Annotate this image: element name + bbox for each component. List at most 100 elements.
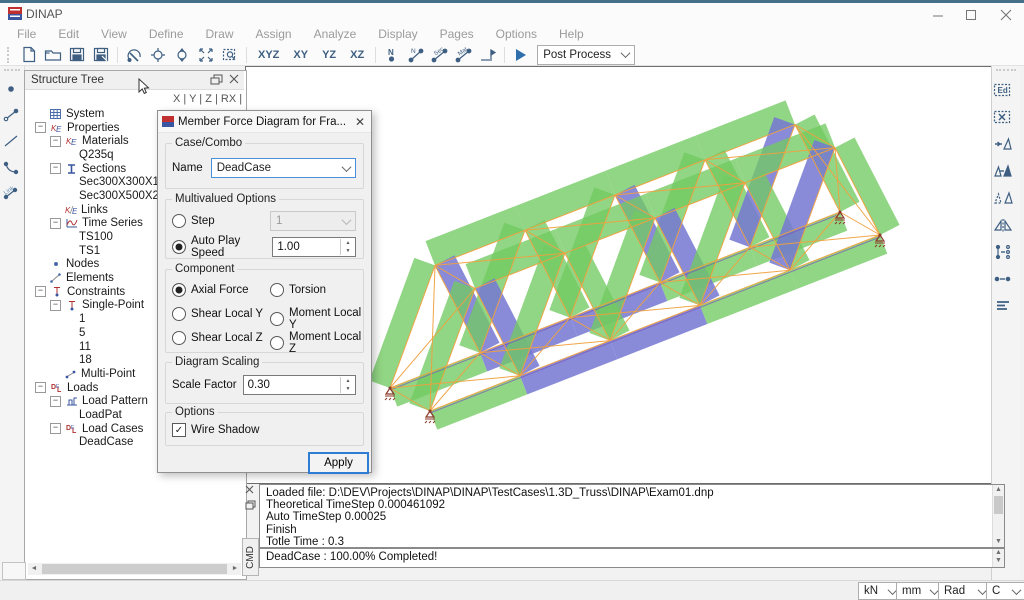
paste-elements-button[interactable]: [992, 184, 1014, 211]
menu-help[interactable]: Help: [548, 27, 595, 41]
menu-define[interactable]: Define: [138, 27, 195, 41]
minimize-button[interactable]: [931, 9, 945, 21]
menu-display[interactable]: Display: [367, 27, 428, 41]
scrollbar-thumb[interactable]: [994, 496, 1003, 514]
unit-select-mm[interactable]: mm: [896, 582, 944, 600]
divide-element-button[interactable]: [992, 238, 1014, 265]
scroll-right-arrow[interactable]: ►: [229, 563, 241, 575]
mode-select[interactable]: Post Process: [537, 45, 635, 65]
delete-selection-button[interactable]: [992, 103, 1014, 130]
expander-icon[interactable]: −: [50, 396, 61, 407]
log-output[interactable]: Loaded file: D:\DEV\Projects\DINAP\DINAP…: [259, 484, 1005, 548]
expander-icon[interactable]: −: [50, 423, 61, 434]
run-analysis-button[interactable]: [509, 45, 533, 65]
maximize-button[interactable]: [964, 9, 978, 21]
section-line-tool-button[interactable]: Sec: [428, 45, 452, 65]
menu-assign[interactable]: Assign: [245, 27, 303, 41]
expander-icon[interactable]: −: [35, 286, 46, 297]
torsion-radio[interactable]: [270, 283, 284, 297]
zoom-extents-button[interactable]: [194, 45, 218, 65]
view-xyz-button[interactable]: XYZ: [251, 49, 286, 61]
menu-file[interactable]: File: [6, 27, 47, 41]
expander-icon[interactable]: −: [35, 122, 46, 133]
status-scrollbar[interactable]: ▲ ▼: [992, 549, 1004, 567]
scroll-up-arrow[interactable]: ▲: [993, 549, 1004, 557]
node-line-tool-button[interactable]: N: [404, 45, 428, 65]
dialog-close-icon[interactable]: ✕: [349, 115, 371, 129]
copy-elements-button[interactable]: [992, 157, 1014, 184]
zoom-in-tool-button[interactable]: [146, 45, 170, 65]
apply-button[interactable]: Apply: [308, 452, 369, 474]
material-line-tool-button[interactable]: Mat: [452, 45, 476, 65]
log-scrollbar[interactable]: ▲ ▼: [992, 485, 1004, 547]
draw-arc-button[interactable]: [0, 154, 22, 180]
draw-line-button[interactable]: [0, 128, 22, 154]
scrollbar-thumb[interactable]: [42, 564, 227, 574]
toolbar-grip[interactable]: [4, 69, 20, 73]
zoom-window-button[interactable]: [218, 45, 242, 65]
autoplay-radio[interactable]: [172, 240, 186, 254]
mirror-elements-button[interactable]: [992, 211, 1014, 238]
menu-pages[interactable]: Pages: [429, 27, 485, 41]
save-file-button[interactable]: [65, 45, 89, 65]
spin-up-icon[interactable]: ▲: [341, 239, 355, 247]
unit-select-c[interactable]: C: [986, 582, 1024, 600]
moment-local-z-radio[interactable]: [270, 336, 284, 350]
tree-horizontal-scrollbar[interactable]: ◄ ►: [28, 563, 241, 575]
float-log-icon[interactable]: [245, 500, 256, 510]
shear-local-z-radio[interactable]: [172, 331, 186, 345]
rotate-view-button[interactable]: [122, 45, 146, 65]
spin-down-icon[interactable]: ▼: [341, 385, 355, 393]
edit-selection-button[interactable]: Ed: [992, 76, 1014, 103]
draw-node-button[interactable]: [0, 76, 22, 102]
assign-to-element-button[interactable]: [992, 130, 1014, 157]
expander-icon[interactable]: −: [50, 136, 61, 147]
spin-down-icon[interactable]: ▼: [341, 247, 355, 255]
expander-icon[interactable]: −: [50, 163, 61, 174]
toolbar-grip[interactable]: [7, 47, 14, 63]
align-list-button[interactable]: [992, 292, 1014, 319]
view-yz-button[interactable]: YZ: [315, 49, 343, 61]
node-tool-button[interactable]: N: [380, 45, 404, 65]
element-flag-tool-button[interactable]: [476, 45, 500, 65]
scroll-left-arrow[interactable]: ◄: [28, 563, 40, 575]
draw-element-button[interactable]: [0, 102, 22, 128]
wire-shadow-checkbox[interactable]: ✓: [172, 423, 186, 437]
close-button[interactable]: [999, 9, 1013, 21]
zoom-out-tool-button[interactable]: [170, 45, 194, 65]
autoplay-speed-input[interactable]: 1.00 ▲▼: [272, 237, 356, 257]
view-xy-button[interactable]: XY: [286, 49, 315, 61]
menu-draw[interactable]: Draw: [195, 27, 245, 41]
new-file-button[interactable]: [17, 45, 41, 65]
close-panel-icon[interactable]: [226, 74, 244, 86]
close-log-icon[interactable]: [245, 485, 255, 494]
shear-local-y-radio[interactable]: [172, 307, 186, 321]
scroll-down-arrow[interactable]: ▼: [993, 537, 1004, 547]
menu-options[interactable]: Options: [485, 27, 548, 41]
scroll-down-arrow[interactable]: ▼: [993, 557, 1004, 565]
spin-up-icon[interactable]: ▲: [341, 377, 355, 385]
case-name-select[interactable]: DeadCase: [211, 158, 356, 178]
menu-view[interactable]: View: [90, 27, 138, 41]
open-file-button[interactable]: [41, 45, 65, 65]
save-as-button[interactable]: [89, 45, 113, 65]
moment-local-y-radio[interactable]: [270, 312, 284, 326]
expander-icon[interactable]: −: [50, 218, 61, 229]
expander-icon[interactable]: −: [50, 300, 61, 311]
unit-select-rad[interactable]: Rad: [938, 582, 992, 600]
scale-factor-input[interactable]: 0.30 ▲▼: [243, 375, 356, 395]
menu-analyze[interactable]: Analyze: [303, 27, 368, 41]
dialog-title-bar[interactable]: Member Force Diagram for Fra... ✕: [158, 111, 371, 133]
axial-force-radio[interactable]: [172, 283, 186, 297]
float-panel-icon[interactable]: [210, 74, 226, 86]
cmd-tab[interactable]: CMD: [242, 538, 259, 576]
menu-edit[interactable]: Edit: [47, 27, 90, 41]
view-xz-button[interactable]: XZ: [343, 49, 371, 61]
scroll-up-arrow[interactable]: ▲: [993, 485, 1004, 495]
status-output[interactable]: DeadCase : 100.00% Completed! ▲ ▼: [259, 548, 1005, 568]
merge-nodes-button[interactable]: [992, 265, 1014, 292]
expander-icon[interactable]: −: [35, 382, 46, 393]
toolbar-grip[interactable]: [996, 69, 1016, 73]
draw-link-button[interactable]: Link: [0, 180, 22, 206]
step-radio[interactable]: [172, 214, 186, 228]
